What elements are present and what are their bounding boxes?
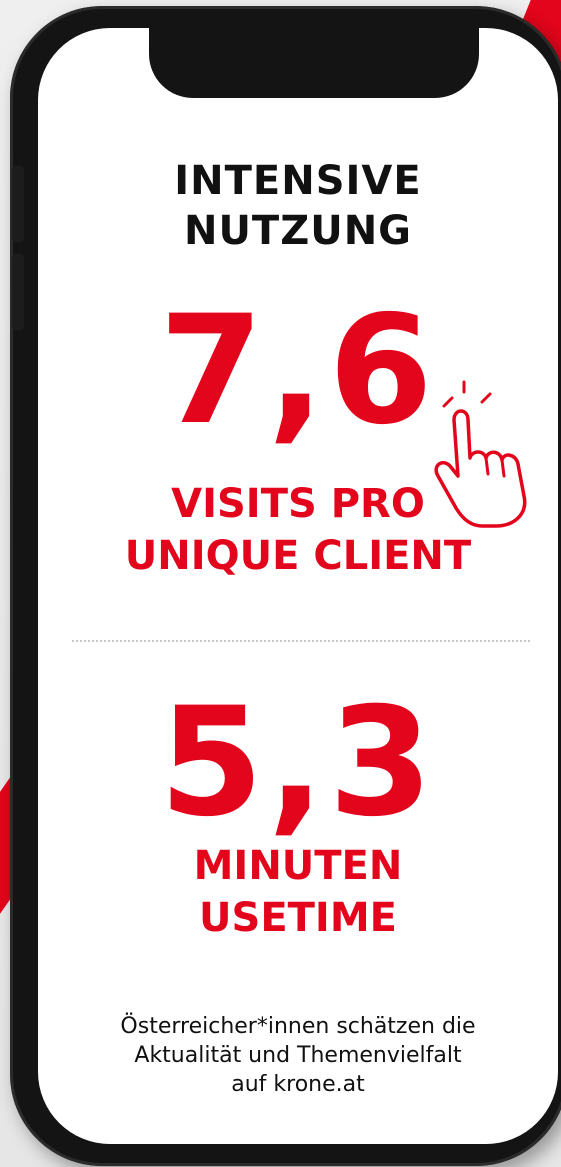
usetime-value: 5,3 (159, 676, 437, 850)
usetime-label: MINUTEN USETIME (38, 840, 558, 944)
infographic-stage: INTENSIVE NUTZUNG 7,6 VISITS PRO UNIQUE … (0, 0, 561, 1167)
usetime-label-line-2: USETIME (199, 895, 397, 941)
headline-line-2: NUTZUNG (183, 208, 413, 254)
dotted-divider (72, 640, 530, 642)
footnote-line-1: Österreicher*innen schätzen die (120, 1014, 476, 1039)
visits-label-line-1: VISITS PRO (171, 481, 425, 527)
smartphone-frame: INTENSIVE NUTZUNG 7,6 VISITS PRO UNIQUE … (10, 6, 561, 1166)
footnote: Österreicher*innen schätzen die Aktualit… (58, 1012, 538, 1099)
footnote-line-3: auf krone.at (231, 1072, 365, 1097)
phone-volume-up-button (12, 166, 24, 242)
footnote-line-2: Aktualität und Themenvielfalt (134, 1043, 462, 1068)
phone-screen: INTENSIVE NUTZUNG 7,6 VISITS PRO UNIQUE … (38, 28, 558, 1144)
visits-label-line-2: UNIQUE CLIENT (124, 533, 472, 579)
headline-line-1: INTENSIVE (174, 158, 422, 204)
usetime-label-line-1: MINUTEN (193, 843, 403, 889)
visits-label: VISITS PRO UNIQUE CLIENT (38, 478, 558, 582)
headline: INTENSIVE NUTZUNG (38, 156, 558, 256)
phone-volume-down-button (12, 254, 24, 330)
screen-content: INTENSIVE NUTZUNG 7,6 VISITS PRO UNIQUE … (38, 28, 558, 1144)
